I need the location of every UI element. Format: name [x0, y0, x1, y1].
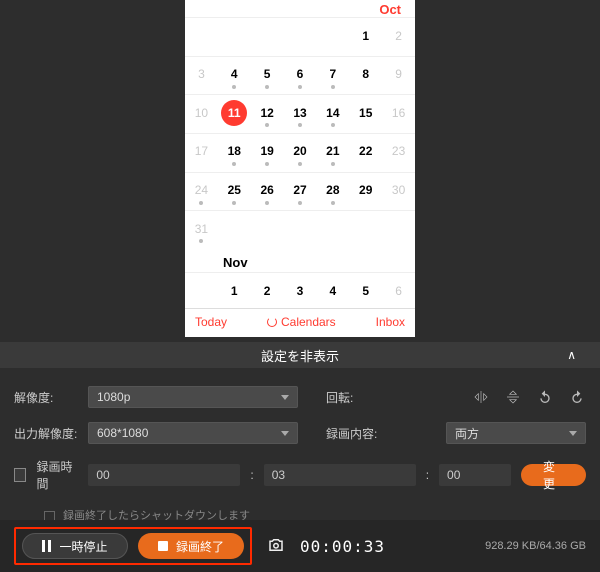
cal-cell: 3 — [284, 272, 317, 308]
cal-cell: 6 — [284, 56, 317, 92]
cal-cell — [316, 17, 349, 53]
cal-cell: 27 — [284, 172, 317, 208]
rec-time-hh[interactable] — [88, 464, 240, 486]
cal-cell — [382, 210, 415, 246]
cal-cell: 5 — [251, 56, 284, 92]
cal-cell: 4 — [218, 56, 251, 92]
tab-today[interactable]: Today — [195, 315, 227, 329]
cal-cell: 13 — [284, 94, 317, 130]
rec-content-select[interactable]: 両方 — [446, 422, 586, 444]
cal-cell: 6 — [382, 272, 415, 308]
calendar-grid: 1 2 3 4 5 6 7 8 9 10 11 12 13 14 15 16 1… — [185, 17, 415, 249]
rec-time-checkbox[interactable] — [14, 468, 26, 482]
bottom-control-bar: 一時停止 録画終了 00:00:33 928.29 KB/64.36 GB — [0, 520, 600, 572]
cal-cell: 16 — [382, 94, 415, 130]
month-label-nov: Nov — [185, 249, 415, 272]
cal-cell: 5 — [349, 272, 382, 308]
preview-area: Oct 1 2 3 4 5 6 7 8 9 10 11 12 13 14 15 — [0, 0, 600, 342]
collapse-settings-label: 設定を非表示 — [261, 346, 339, 365]
chevron-up-icon: ∧ — [567, 348, 576, 362]
recording-timer: 00:00:33 — [300, 537, 385, 556]
cal-cell — [349, 210, 382, 246]
cal-cell: 12 — [251, 94, 284, 130]
file-size-status: 928.29 KB/64.36 GB — [485, 540, 586, 552]
pause-icon — [42, 540, 51, 552]
stop-icon — [158, 541, 168, 551]
cal-cell: 23 — [382, 133, 415, 169]
cal-cell: 2 — [251, 272, 284, 308]
rotate-right-icon[interactable] — [568, 389, 586, 405]
cal-cell: 17 — [185, 133, 218, 169]
cal-cell: 25 — [218, 172, 251, 208]
refresh-icon — [267, 317, 277, 327]
highlighted-controls: 一時停止 録画終了 — [14, 527, 252, 565]
change-button[interactable]: 変更 — [521, 464, 586, 486]
cal-cell: 19 — [251, 133, 284, 169]
resolution-select[interactable]: 1080p — [88, 386, 298, 408]
cal-cell: 31 — [185, 210, 218, 246]
cal-cell — [251, 17, 284, 53]
flip-horizontal-icon[interactable] — [472, 389, 490, 405]
cal-cell-today: 11 — [218, 94, 251, 130]
cal-cell: 8 — [349, 56, 382, 92]
rec-time-label: 録画時間 — [36, 458, 78, 492]
cal-cell: 18 — [218, 133, 251, 169]
cal-cell: 30 — [382, 172, 415, 208]
cal-cell — [251, 210, 284, 246]
cal-cell: 10 — [185, 94, 218, 130]
pause-button[interactable]: 一時停止 — [22, 533, 128, 559]
cal-cell: 4 — [316, 272, 349, 308]
cal-cell: 28 — [316, 172, 349, 208]
cal-cell: 21 — [316, 133, 349, 169]
cal-cell: 2 — [382, 17, 415, 53]
cal-cell — [218, 17, 251, 53]
resolution-label: 解像度: — [14, 389, 78, 406]
rotate-left-icon[interactable] — [536, 389, 554, 405]
cal-cell — [284, 210, 317, 246]
cal-cell — [218, 210, 251, 246]
cal-cell — [185, 272, 218, 308]
cal-cell: 3 — [185, 56, 218, 92]
phone-screen: Oct 1 2 3 4 5 6 7 8 9 10 11 12 13 14 15 — [185, 0, 415, 337]
screenshot-button[interactable] — [266, 536, 286, 557]
cal-cell: 9 — [382, 56, 415, 92]
cal-cell: 15 — [349, 94, 382, 130]
cal-cell — [185, 17, 218, 53]
cal-cell: 1 — [349, 17, 382, 53]
cal-cell: 1 — [218, 272, 251, 308]
rec-time-mm[interactable] — [264, 464, 416, 486]
output-res-select[interactable]: 608*1080 — [88, 422, 298, 444]
output-res-label: 出力解像度: — [14, 425, 78, 442]
cal-cell: 22 — [349, 133, 382, 169]
cal-cell: 24 — [185, 172, 218, 208]
rec-time-ss[interactable] — [439, 464, 511, 486]
cal-cell: 29 — [349, 172, 382, 208]
cal-cell: 14 — [316, 94, 349, 130]
phone-tabbar: Today Calendars Inbox — [185, 308, 415, 337]
flip-vertical-icon[interactable] — [504, 389, 522, 405]
collapse-settings-bar[interactable]: 設定を非表示 ∧ — [0, 342, 600, 368]
stop-button[interactable]: 録画終了 — [138, 533, 244, 559]
rotation-label: 回転: — [326, 389, 366, 406]
tab-calendars[interactable]: Calendars — [267, 315, 336, 329]
tab-inbox[interactable]: Inbox — [376, 315, 405, 329]
cal-cell: 20 — [284, 133, 317, 169]
cal-cell: 26 — [251, 172, 284, 208]
month-label-oct: Oct — [379, 2, 401, 17]
cal-cell — [284, 17, 317, 53]
cal-cell — [316, 210, 349, 246]
cal-cell: 7 — [316, 56, 349, 92]
rec-content-label: 録画内容: — [326, 425, 386, 442]
